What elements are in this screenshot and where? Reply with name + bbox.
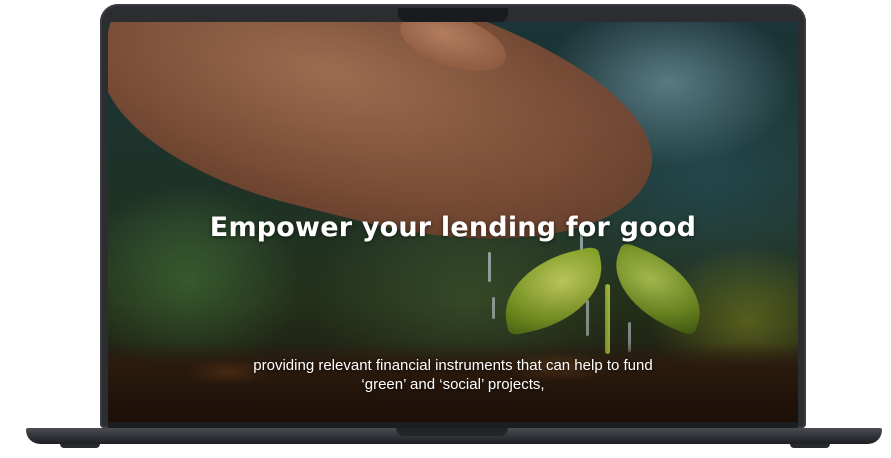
hero-subtext-line-2: ‘green’ and ‘social’ projects, — [361, 376, 545, 393]
laptop-foot-left — [60, 444, 100, 448]
laptop-mockup: Empower your lending for good providing … — [0, 0, 891, 458]
laptop-screen: Empower your lending for good providing … — [108, 22, 798, 422]
hero-subtext: providing relevant financial instruments… — [108, 356, 798, 394]
hero-subtext-line-1: providing relevant financial instruments… — [253, 357, 653, 374]
laptop-lid: Empower your lending for good providing … — [100, 4, 806, 428]
laptop-opening-notch — [396, 428, 508, 436]
laptop-foot-right — [790, 444, 830, 448]
hero-headline: Empower your lending for good — [209, 212, 697, 243]
camera-notch — [398, 8, 508, 22]
